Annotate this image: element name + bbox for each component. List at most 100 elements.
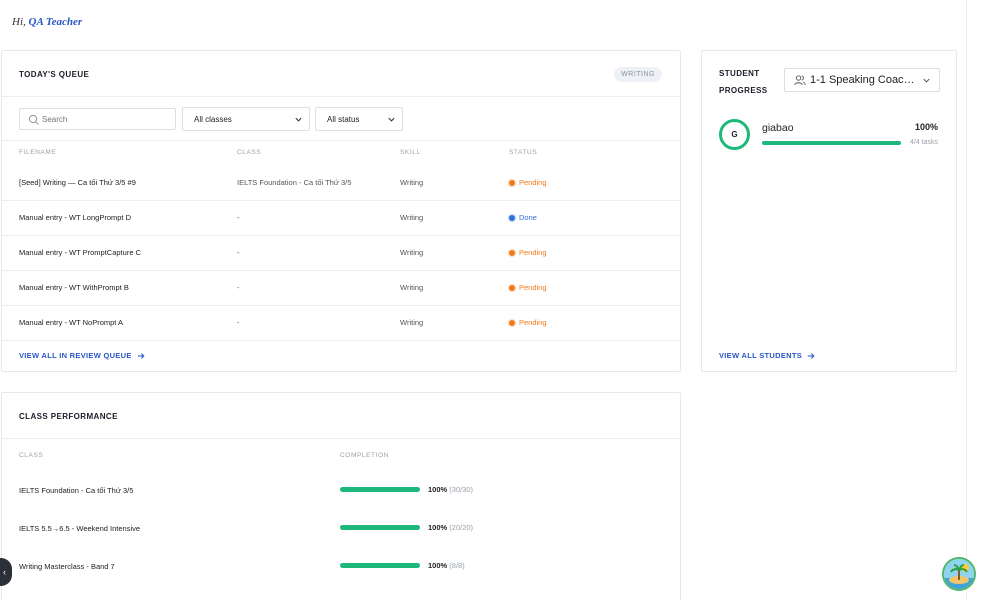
column-header-skill: SKILL bbox=[400, 149, 421, 156]
course-select[interactable]: 1-1 Speaking Coaching - Advanced bbox=[784, 68, 940, 92]
greeting-prefix: Hi, bbox=[12, 16, 26, 28]
row-class: - bbox=[237, 213, 240, 222]
student-avatar: G bbox=[719, 119, 750, 150]
student-progress-bar bbox=[762, 141, 901, 145]
table-row[interactable]: [Seed] Writing — Ca tối Thứ 3/5 #9 IELTS … bbox=[2, 165, 682, 200]
student-progress-fill bbox=[762, 141, 901, 145]
completion-bar bbox=[340, 525, 420, 530]
queue-title: TODAY'S QUEUE bbox=[19, 70, 90, 79]
row-class: - bbox=[237, 248, 240, 257]
page-scrollbar[interactable] bbox=[966, 0, 986, 600]
row-skill: Writing bbox=[400, 213, 424, 222]
row-filename: [Seed] Writing — Ca tối Thứ 3/5 #9 bbox=[19, 178, 136, 187]
class-filter-value: All classes bbox=[194, 115, 232, 124]
row-skill: Writing bbox=[400, 283, 424, 292]
class-performance-card: CLASS PERFORMANCE CLASS COMPLETION IELTS… bbox=[1, 392, 681, 600]
status-dot bbox=[509, 319, 515, 326]
row-filename: Manual entry - WT LongPrompt D bbox=[19, 213, 131, 222]
table-row[interactable]: Manual entry - WT PromptCapture C - Writin… bbox=[2, 235, 682, 270]
status-label: Pending bbox=[519, 178, 547, 187]
class-filter-select[interactable]: All classes bbox=[182, 107, 310, 131]
view-all-students-label: VIEW ALL STUDENTS bbox=[719, 351, 803, 360]
row-skill: Writing bbox=[400, 318, 424, 327]
arrow-right-icon bbox=[137, 352, 145, 359]
student-progress-card: STUDENT PROGRESS 1-1 Speaking Coaching -… bbox=[701, 50, 957, 372]
status-filter-select[interactable]: All status bbox=[315, 107, 403, 131]
completion-bar bbox=[340, 563, 420, 568]
completion-value: 100% (20/20) bbox=[428, 523, 474, 532]
row-class: IELTS 5.5→6.5 - Weekend Intensive bbox=[19, 524, 141, 533]
status-dot bbox=[509, 249, 515, 256]
status-label: Pending bbox=[519, 283, 547, 292]
view-all-review-queue-label: VIEW ALL IN REVIEW QUEUE bbox=[19, 351, 132, 360]
search-input[interactable] bbox=[42, 112, 172, 127]
row-class: - bbox=[237, 283, 240, 292]
status-dot bbox=[509, 214, 515, 221]
search-icon bbox=[28, 114, 39, 125]
status-dot bbox=[509, 284, 515, 291]
search-box[interactable] bbox=[19, 108, 176, 130]
table-row[interactable]: IELTS Foundation - Ca tối Thứ 3/5 100% (3… bbox=[2, 476, 682, 506]
performance-title: CLASS PERFORMANCE bbox=[19, 412, 118, 421]
status-badge: Pending bbox=[509, 283, 547, 292]
row-filename: Manual entry - WT NoPrompt A bbox=[19, 318, 124, 327]
row-skill: Writing bbox=[400, 248, 424, 257]
row-class: IELTS Foundation - Ca tối Thứ 3/5 bbox=[237, 178, 352, 187]
page: Hi, QA Teacher TODAY'S QUEUE WRITING All… bbox=[0, 0, 986, 600]
status-filter-value: All status bbox=[327, 115, 360, 124]
chevron-left-icon: ‹ bbox=[3, 567, 6, 577]
greeting-name: QA Teacher bbox=[28, 16, 83, 28]
status-badge: Done bbox=[509, 213, 537, 222]
row-class: IELTS Foundation - Ca tối Thứ 3/5 bbox=[19, 486, 134, 495]
column-header-class: CLASS bbox=[19, 452, 44, 459]
divider bbox=[2, 140, 680, 141]
completion-fill bbox=[340, 563, 420, 568]
divider bbox=[2, 96, 680, 97]
course-select-value: 1-1 Speaking Coaching - Advanced bbox=[810, 74, 920, 86]
arrow-right-icon bbox=[807, 352, 815, 359]
table-row[interactable]: IELTS 5.5→6.5 - Weekend Intensive 100% (2… bbox=[2, 514, 682, 544]
status-badge: Pending bbox=[509, 178, 547, 187]
row-class: - bbox=[237, 318, 240, 327]
status-label: Pending bbox=[519, 318, 547, 327]
row-filename: Manual entry - WT WithPrompt B bbox=[19, 283, 129, 292]
chevron-down-icon bbox=[388, 117, 395, 122]
completion-value: 100% (30/30) bbox=[428, 485, 474, 494]
status-label: Done bbox=[519, 213, 537, 222]
skill-badge: WRITING bbox=[614, 67, 662, 82]
view-all-review-queue-link[interactable]: VIEW ALL IN REVIEW QUEUE bbox=[19, 351, 145, 360]
completion-fill bbox=[340, 525, 420, 530]
table-row[interactable]: Manual entry - WT WithPrompt B - Writing Pe… bbox=[2, 270, 682, 305]
completion-fill bbox=[340, 487, 420, 492]
row-filename: Manual entry - WT PromptCapture C bbox=[19, 248, 141, 257]
assistant-button[interactable] bbox=[942, 557, 976, 591]
status-badge: Pending bbox=[509, 318, 547, 327]
chevron-down-icon bbox=[923, 78, 930, 83]
divider bbox=[2, 438, 680, 439]
completion-value: 100% (8/8) bbox=[428, 561, 465, 570]
column-header-filename: FILENAME bbox=[19, 149, 57, 156]
student-tasks: 4/4 tasks bbox=[909, 139, 938, 146]
todays-queue-card: TODAY'S QUEUE WRITING All classes All st… bbox=[1, 50, 681, 372]
table-row[interactable]: Manual entry - WT LongPrompt D - Writing Do… bbox=[2, 200, 682, 235]
student-name[interactable]: giabao bbox=[762, 122, 794, 134]
table-row[interactable]: Writing Masterclass - Band 7 100% (8/8) bbox=[2, 552, 682, 582]
divider bbox=[2, 340, 680, 341]
island-icon bbox=[944, 559, 974, 589]
greeting: Hi, QA Teacher bbox=[12, 16, 82, 28]
status-dot bbox=[509, 179, 515, 186]
column-header-status: STATUS bbox=[509, 149, 538, 156]
column-header-class: CLASS bbox=[237, 149, 262, 156]
column-header-completion: COMPLETION bbox=[340, 452, 389, 459]
progress-title: STUDENT PROGRESS bbox=[719, 69, 768, 95]
view-all-students-link[interactable]: VIEW ALL STUDENTS bbox=[719, 351, 815, 360]
chevron-down-icon bbox=[295, 117, 302, 122]
status-label: Pending bbox=[519, 248, 547, 257]
student-percent: 100% bbox=[914, 122, 938, 132]
status-badge: Pending bbox=[509, 248, 547, 257]
table-row[interactable]: Manual entry - WT NoPrompt A - Writing Pend… bbox=[2, 305, 682, 340]
row-skill: Writing bbox=[400, 178, 424, 187]
users-icon bbox=[794, 75, 806, 86]
completion-bar bbox=[340, 487, 420, 492]
row-class: Writing Masterclass - Band 7 bbox=[19, 562, 115, 571]
